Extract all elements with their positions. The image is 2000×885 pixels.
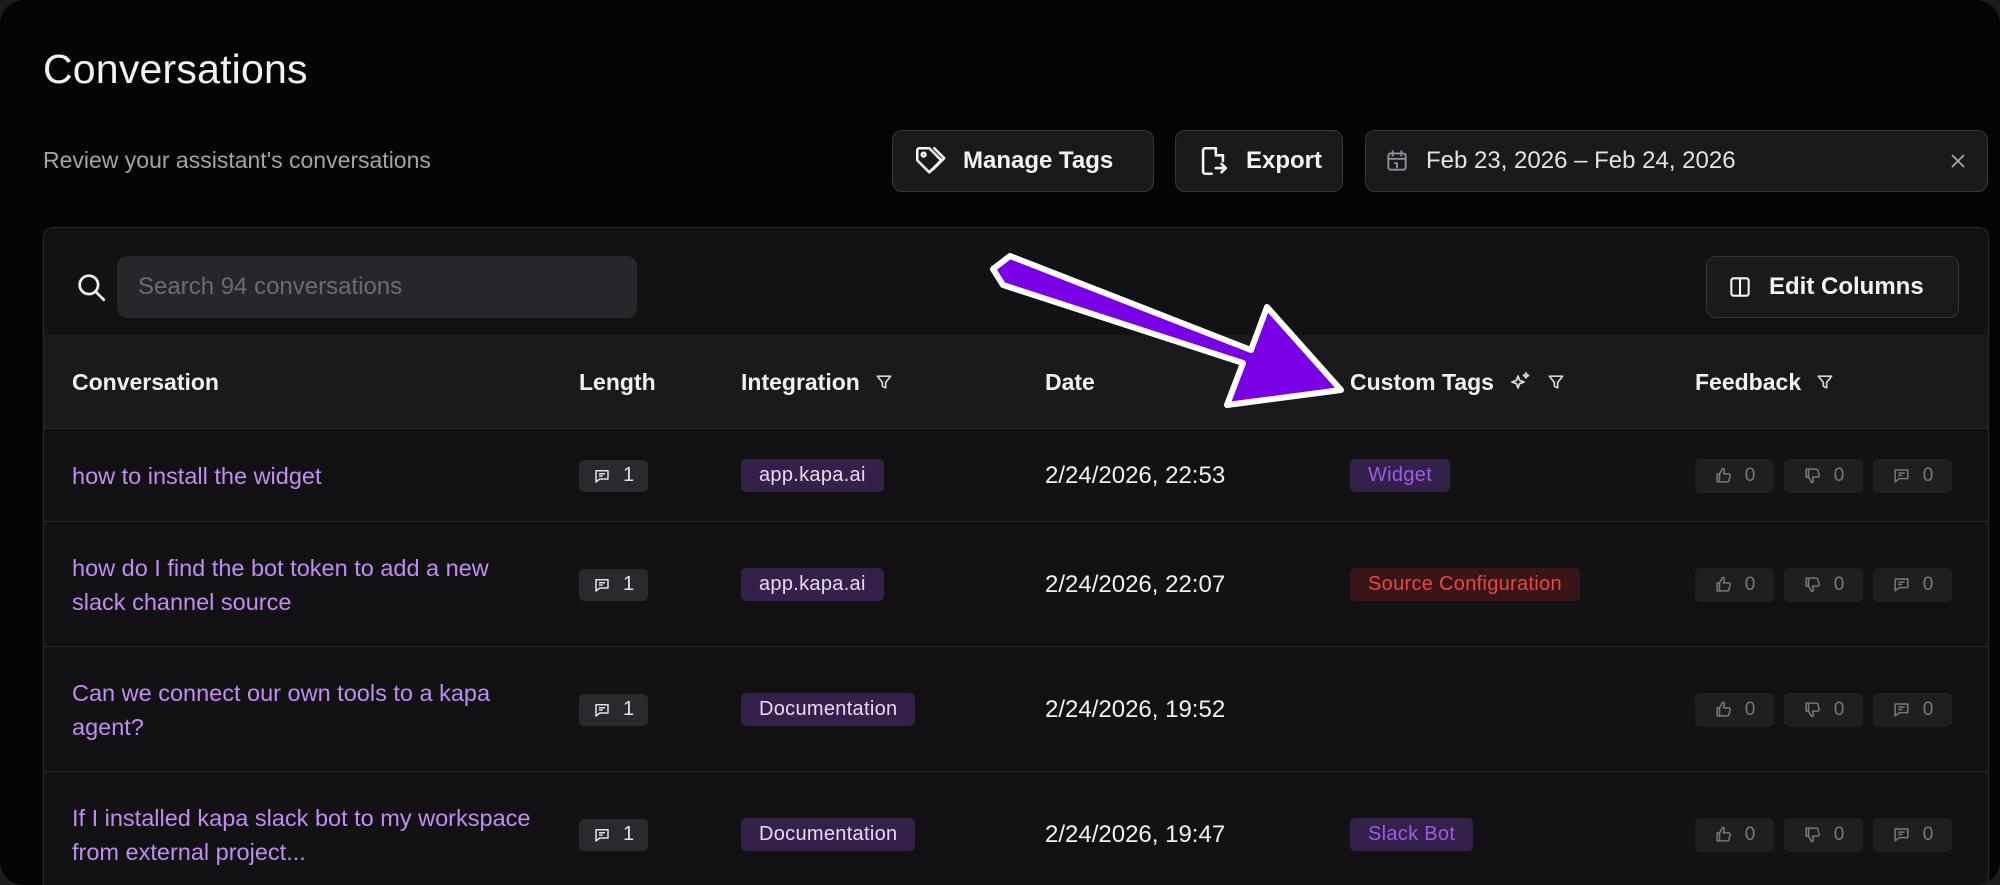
integration-badge: app.kapa.ai bbox=[741, 458, 884, 492]
date-range-text: Feb 23, 2026 – Feb 24, 2026 bbox=[1426, 147, 1736, 174]
table-row[interactable]: how to install the widget 1 app.kapa.ai … bbox=[44, 429, 1988, 522]
comment-icon bbox=[1892, 575, 1911, 594]
thumbs-up-count[interactable]: 0 bbox=[1695, 692, 1774, 727]
feedback-filter-icon[interactable] bbox=[1815, 372, 1835, 392]
date-range-picker[interactable]: Feb 23, 2026 – Feb 24, 2026 bbox=[1365, 130, 1988, 192]
message-icon bbox=[593, 467, 611, 485]
comment-icon bbox=[1892, 466, 1911, 485]
calendar-icon bbox=[1387, 150, 1407, 171]
custom-tags-filter-icon[interactable] bbox=[1546, 372, 1566, 392]
page-subtitle: Review your assistant's conversations bbox=[43, 147, 431, 173]
manage-tags-label: Manage Tags bbox=[963, 147, 1114, 174]
edit-columns-label: Edit Columns bbox=[1769, 273, 1924, 300]
export-label: Export bbox=[1246, 147, 1323, 174]
length-badge: 1 bbox=[579, 693, 649, 726]
conversation-link[interactable]: how to install the widget bbox=[72, 459, 532, 493]
integration-badge: Documentation bbox=[741, 692, 916, 726]
app-window: Conversations Review your assistant's co… bbox=[0, 0, 2000, 885]
thumbs-down-count[interactable]: 0 bbox=[1784, 458, 1863, 493]
comment-count[interactable]: 0 bbox=[1873, 817, 1952, 852]
table-row[interactable]: If I installed kapa slack bot to my work… bbox=[44, 772, 1988, 885]
export-button[interactable]: Export bbox=[1175, 130, 1343, 192]
conversation-date: 2/24/2026, 19:52 bbox=[1045, 695, 1226, 723]
column-header-length[interactable]: Length bbox=[579, 335, 656, 429]
integration-badge: Documentation bbox=[741, 817, 916, 851]
table-row[interactable]: how do I find the bot token to add a new… bbox=[44, 522, 1988, 647]
column-header-custom-tags[interactable]: Custom Tags bbox=[1350, 335, 1566, 429]
thumbs-down-count[interactable]: 0 bbox=[1784, 817, 1863, 852]
annotation-arrow bbox=[990, 253, 1344, 408]
length-badge: 1 bbox=[579, 568, 649, 601]
message-icon bbox=[593, 701, 611, 719]
thumbs-up-count[interactable]: 0 bbox=[1695, 817, 1774, 852]
conversation-date: 2/24/2026, 22:07 bbox=[1045, 570, 1226, 598]
length-badge: 1 bbox=[579, 459, 649, 492]
integration-badge: app.kapa.ai bbox=[741, 567, 884, 601]
clear-date-icon[interactable] bbox=[1947, 150, 1969, 172]
conversation-link[interactable]: how do I find the bot token to add a new… bbox=[72, 551, 532, 619]
thumbs-up-count[interactable]: 0 bbox=[1695, 567, 1774, 602]
feedback-group: 0 0 0 bbox=[1695, 458, 1952, 493]
custom-tag-badge[interactable]: Widget bbox=[1350, 458, 1451, 492]
comment-count[interactable]: 0 bbox=[1873, 458, 1952, 493]
thumbs-down-count[interactable]: 0 bbox=[1784, 692, 1863, 727]
column-header-feedback[interactable]: Feedback bbox=[1695, 335, 1835, 429]
thumbs-up-icon bbox=[1714, 466, 1733, 485]
custom-tag-badge[interactable]: Slack Bot bbox=[1350, 817, 1474, 851]
length-badge: 1 bbox=[579, 818, 649, 851]
feedback-group: 0 0 0 bbox=[1695, 817, 1952, 852]
column-header-integration[interactable]: Integration bbox=[741, 335, 894, 429]
comment-count[interactable]: 0 bbox=[1873, 567, 1952, 602]
feedback-group: 0 0 0 bbox=[1695, 692, 1952, 727]
thumbs-up-count[interactable]: 0 bbox=[1695, 458, 1774, 493]
column-header-conversation[interactable]: Conversation bbox=[72, 335, 219, 429]
edit-columns-button[interactable]: Edit Columns bbox=[1706, 256, 1959, 318]
thumbs-down-icon bbox=[1803, 466, 1822, 485]
comment-count[interactable]: 0 bbox=[1873, 692, 1952, 727]
search-icon bbox=[78, 274, 106, 302]
conversation-date: 2/24/2026, 19:47 bbox=[1045, 820, 1226, 848]
thumbs-down-icon bbox=[1803, 700, 1822, 719]
sparkles-icon[interactable] bbox=[1508, 370, 1532, 394]
thumbs-down-count[interactable]: 0 bbox=[1784, 567, 1863, 602]
thumbs-up-icon bbox=[1714, 575, 1733, 594]
columns-icon bbox=[1730, 277, 1750, 297]
thumbs-down-icon bbox=[1803, 825, 1822, 844]
message-icon bbox=[593, 576, 611, 594]
conversation-link[interactable]: If I installed kapa slack bot to my work… bbox=[72, 801, 532, 869]
feedback-group: 0 0 0 bbox=[1695, 567, 1952, 602]
table-row[interactable]: Can we connect our own tools to a kapa a… bbox=[44, 647, 1988, 772]
page-title: Conversations bbox=[43, 46, 308, 92]
custom-tag-badge[interactable]: Source Configuration bbox=[1350, 567, 1580, 601]
thumbs-down-icon bbox=[1803, 575, 1822, 594]
integration-filter-icon[interactable] bbox=[874, 372, 894, 392]
conversation-date: 2/24/2026, 22:53 bbox=[1045, 461, 1226, 489]
thumbs-up-icon bbox=[1714, 825, 1733, 844]
conversation-link[interactable]: Can we connect our own tools to a kapa a… bbox=[72, 676, 532, 744]
comment-icon bbox=[1892, 825, 1911, 844]
tag-icon bbox=[915, 146, 946, 174]
thumbs-up-icon bbox=[1714, 700, 1733, 719]
message-icon bbox=[593, 826, 611, 844]
comment-icon bbox=[1892, 700, 1911, 719]
search-input[interactable] bbox=[117, 256, 637, 318]
manage-tags-button[interactable]: Manage Tags bbox=[892, 130, 1154, 192]
file-export-icon bbox=[1201, 146, 1228, 176]
